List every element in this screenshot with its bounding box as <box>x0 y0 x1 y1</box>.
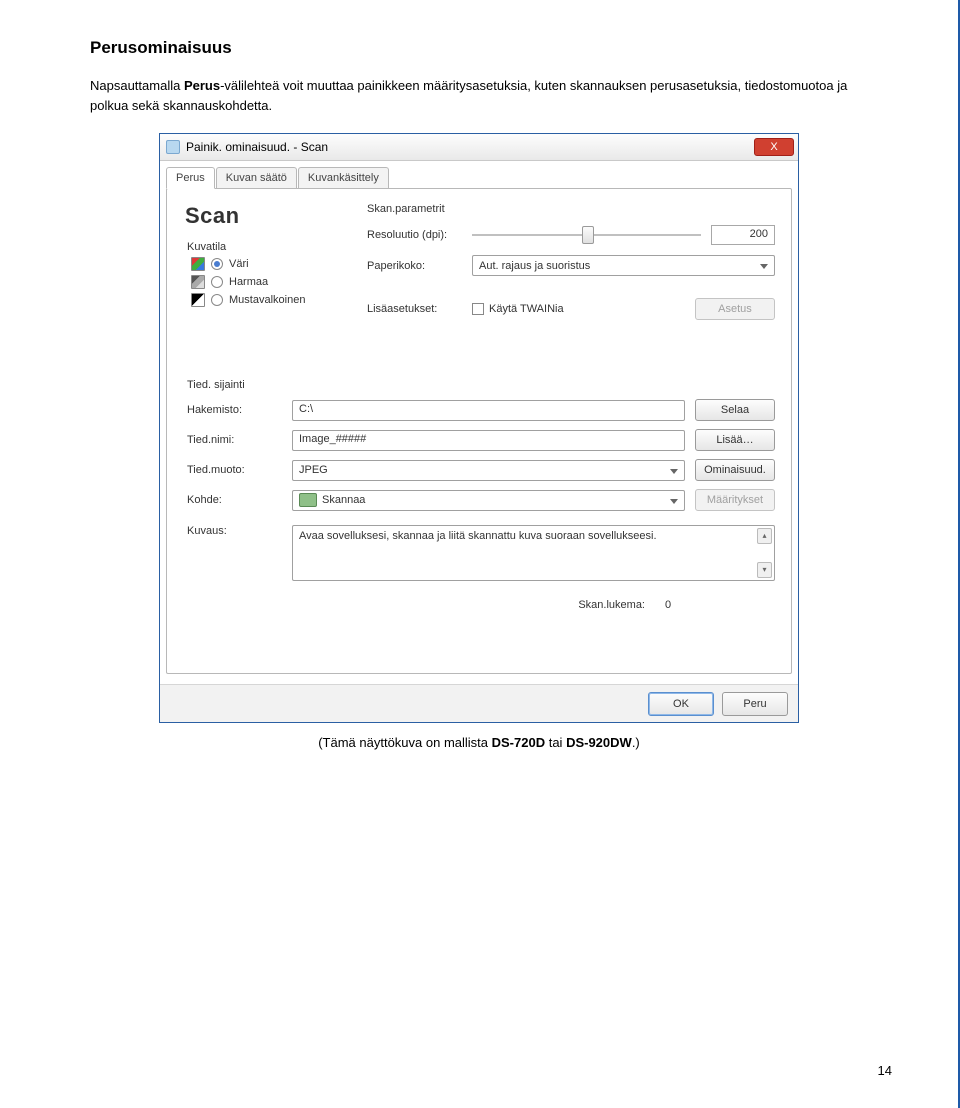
cancel-button[interactable]: Peru <box>722 692 788 716</box>
resolution-label: Resoluutio (dpi): <box>367 229 472 241</box>
properties-button[interactable]: Ominaisuud. <box>695 459 775 481</box>
file-section-title: Tied. sijainti <box>187 379 775 391</box>
twain-label: Käytä TWAINia <box>489 303 564 315</box>
dialog-footer: OK Peru <box>160 684 798 722</box>
window-titlebar: Painik. ominaisuud. - Scan X <box>160 134 798 161</box>
palette-color-icon <box>191 257 205 271</box>
count-label: Skan.lukema: <box>578 599 645 611</box>
target-select[interactable]: Skannaa <box>292 490 685 511</box>
palette-bw-icon <box>191 293 205 307</box>
tab-image-process[interactable]: Kuvankäsittely <box>298 167 389 188</box>
browse-button[interactable]: Selaa <box>695 399 775 421</box>
papersize-select[interactable]: Aut. rajaus ja suoristus <box>472 255 775 276</box>
caption-model2: DS-920DW <box>566 735 632 750</box>
ok-button[interactable]: OK <box>648 692 714 716</box>
radio-color-row[interactable]: Väri <box>191 257 337 271</box>
tab-basic[interactable]: Perus <box>166 167 215 189</box>
caption-before: (Tämä näyttökuva on mallista <box>318 735 491 750</box>
intro-before: Napsauttamalla <box>90 78 184 93</box>
format-select[interactable]: JPEG <box>292 460 685 481</box>
radio-gray[interactable] <box>211 276 223 288</box>
resolution-row: Resoluutio (dpi): 200 <box>367 225 775 245</box>
setup-button: Määritykset <box>695 489 775 511</box>
extra-label: Lisäasetukset: <box>367 303 472 315</box>
resolution-slider[interactable] <box>472 226 701 244</box>
target-label: Kohde: <box>187 494 282 506</box>
radio-gray-label: Harmaa <box>229 276 268 288</box>
tabs-bar: Perus Kuvan säätö Kuvankäsittely <box>160 161 798 188</box>
count-row: Skan.lukema: 0 <box>187 599 775 611</box>
desc-value: Avaa sovelluksesi, skannaa ja liitä skan… <box>299 530 657 542</box>
palette-gray-icon <box>191 275 205 289</box>
caption-model1: DS-720D <box>492 735 545 750</box>
filename-input[interactable]: Image_##### <box>292 430 685 451</box>
dir-input[interactable]: C:\ <box>292 400 685 421</box>
scan-app-icon <box>299 493 317 507</box>
format-row: Tied.muoto: JPEG Ominaisuud. <box>187 459 775 481</box>
papersize-value: Aut. rajaus ja suoristus <box>479 260 590 272</box>
more-button[interactable]: Lisää… <box>695 429 775 451</box>
caption-mid: tai <box>545 735 566 750</box>
format-label: Tied.muoto: <box>187 464 282 476</box>
slider-thumb[interactable] <box>582 226 594 244</box>
radio-bw[interactable] <box>211 294 223 306</box>
twain-checkbox[interactable] <box>472 303 484 315</box>
image-mode-group: Kuvatila Väri Harmaa Mustavalkoinen <box>187 241 337 311</box>
radio-gray-row[interactable]: Harmaa <box>191 275 337 289</box>
radio-color-label: Väri <box>229 258 249 270</box>
intro-paragraph: Napsauttamalla Perus-välilehteä voit muu… <box>90 76 868 115</box>
format-value: JPEG <box>299 464 328 476</box>
caption-after: .) <box>632 735 640 750</box>
desc-label: Kuvaus: <box>187 525 282 537</box>
target-row: Kohde: Skannaa Määritykset <box>187 489 775 511</box>
app-icon <box>166 140 180 154</box>
count-value: 0 <box>665 599 725 611</box>
params-title: Skan.parametrit <box>367 203 775 215</box>
target-value: Skannaa <box>322 494 365 506</box>
filename-row: Tied.nimi: Image_##### Lisää… <box>187 429 775 451</box>
dir-label: Hakemisto: <box>187 404 282 416</box>
screenshot-window: Painik. ominaisuud. - Scan X Perus Kuvan… <box>159 133 799 723</box>
close-button[interactable]: X <box>754 138 794 156</box>
dir-row: Hakemisto: C:\ Selaa <box>187 399 775 421</box>
window-title: Painik. ominaisuud. - Scan <box>186 140 328 154</box>
filename-label: Tied.nimi: <box>187 434 282 446</box>
file-section: Tied. sijainti Hakemisto: C:\ Selaa Tied… <box>187 379 775 611</box>
radio-bw-row[interactable]: Mustavalkoinen <box>191 293 337 307</box>
caption: (Tämä näyttökuva on mallista DS-720D tai… <box>90 735 868 750</box>
papersize-label: Paperikoko: <box>367 260 472 272</box>
scan-params: Skan.parametrit Resoluutio (dpi): 200 Pa… <box>367 203 775 330</box>
page-number: 14 <box>878 1063 892 1078</box>
intro-bold: Perus <box>184 78 220 93</box>
spin-down-icon[interactable]: ▾ <box>757 562 772 578</box>
extra-row: Lisäasetukset: Käytä TWAINia Asetus <box>367 298 775 320</box>
desc-spin[interactable]: ▴ ▾ <box>757 528 772 578</box>
tab-body: Scan Kuvatila Väri Harmaa Mustavalko <box>166 188 792 674</box>
settings-button: Asetus <box>695 298 775 320</box>
image-mode-label: Kuvatila <box>187 241 337 253</box>
page-heading: Perusominaisuus <box>90 38 868 58</box>
desc-row: Kuvaus: Avaa sovelluksesi, skannaa ja li… <box>187 525 775 581</box>
resolution-value[interactable]: 200 <box>711 225 775 245</box>
radio-bw-label: Mustavalkoinen <box>229 294 305 306</box>
radio-color[interactable] <box>211 258 223 270</box>
papersize-row: Paperikoko: Aut. rajaus ja suoristus <box>367 255 775 276</box>
spin-up-icon[interactable]: ▴ <box>757 528 772 544</box>
tab-image-adjust[interactable]: Kuvan säätö <box>216 167 297 188</box>
desc-textarea[interactable]: Avaa sovelluksesi, skannaa ja liitä skan… <box>292 525 775 581</box>
